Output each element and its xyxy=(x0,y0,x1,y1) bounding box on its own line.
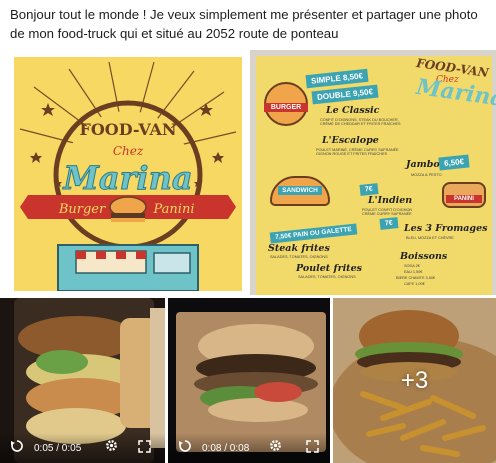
menu-price-panini: 6,50€ xyxy=(438,154,470,171)
fullscreen-icon[interactable] xyxy=(138,440,151,456)
menu-boisson-biere: BIERE CHAMTE 3,50€ xyxy=(396,276,436,280)
logo-background: FOOD-VAN Chez Marina Burger Panini xyxy=(14,57,242,292)
replay-icon[interactable] xyxy=(178,439,192,456)
menu-sandwich-badge: SANDWICH xyxy=(278,186,322,195)
menu-price-seven-1: 7€ xyxy=(359,183,379,196)
logo-panini-text: Panini xyxy=(153,202,195,217)
menu-item-3fromages: Les 3 Fromages xyxy=(404,223,488,234)
menu-price-seven-2: 7€ xyxy=(379,217,399,230)
video-1[interactable]: 0:05 / 0:05 xyxy=(0,298,165,463)
more-photos-overlay[interactable]: +3 xyxy=(333,298,496,463)
menu-item-3fromages-desc: BLEU, MOZZA ET CHÈVRE xyxy=(406,236,454,240)
menu-board: FOOD-VAN Chez Marina SIMPLE 8,50€ DOUBLE… xyxy=(256,56,496,295)
menu-burger-badge: BURGER xyxy=(264,103,308,112)
menu-boisson-soda: SODA 2€ xyxy=(404,264,420,268)
video-1-time: 0:05 / 0:05 xyxy=(34,443,82,454)
menu-item-poulet-frites: Poulet frites xyxy=(296,263,362,274)
menu-item-indien-desc: POULET CONFIT D'OIGNON CRÈME CURRY SAFRA… xyxy=(362,208,413,216)
post-text: Bonjour tout le monde ! Je veux simpleme… xyxy=(10,7,478,41)
settings-gear-icon[interactable] xyxy=(104,438,119,456)
logo-foodvan-text: FOOD-VAN xyxy=(79,120,176,139)
menu-item-classic: Le Classic xyxy=(326,105,380,116)
menu-item-poulet-desc: SALADES, TOMATES, OIGNONS xyxy=(298,275,356,279)
menu-price-galette: 7,50€ PAIN OU GALETTE xyxy=(269,223,358,244)
settings-gear-icon[interactable] xyxy=(268,438,283,456)
menu-price-double: DOUBLE 9,50€ xyxy=(311,84,379,105)
menu-item-classic-desc: CONFIT D'OIGNONS, STEAK DU BOUCHER, CRÈM… xyxy=(320,118,401,126)
menu-item-steak-frites: Steak frites xyxy=(268,243,330,254)
menu-title-marina: Marina xyxy=(414,73,496,113)
menu-item-escalope: L'Escalope xyxy=(322,135,379,146)
logo-marina-text: Marina xyxy=(62,159,192,197)
logo-burger-text: Burger xyxy=(58,202,106,217)
menu-item-jambon-desc: MOZZA & PESTO xyxy=(411,173,442,177)
menu-boissons-title: Boissons xyxy=(400,251,448,262)
menu-item-escalope-desc: POULET MARINÉ, CRÈME CURRY SAFRANÉE OIGN… xyxy=(316,148,399,156)
photo-burger-fries[interactable]: +3 xyxy=(333,298,496,463)
menu-boisson-cafe: CAFE 1,00€ xyxy=(404,282,425,286)
video-2-time: 0:08 / 0:08 xyxy=(202,443,250,454)
menu-panini-badge: PANINI xyxy=(446,195,482,203)
replay-icon[interactable] xyxy=(10,439,24,456)
photo-logo[interactable]: FOOD-VAN Chez Marina Burger Panini xyxy=(0,50,250,295)
more-photos-count: +3 xyxy=(400,366,429,394)
video-2[interactable]: 0:08 / 0:08 xyxy=(168,298,330,463)
menu-item-indien: L'Indien xyxy=(368,195,413,206)
menu-price-simple: SIMPLE 8,50€ xyxy=(305,68,369,89)
fullscreen-icon[interactable] xyxy=(306,440,319,456)
media-grid: FOOD-VAN Chez Marina Burger Panini FOOD-… xyxy=(0,50,496,463)
logo-chez-text: Chez xyxy=(113,144,144,158)
photo-menu[interactable]: FOOD-VAN Chez Marina SIMPLE 8,50€ DOUBLE… xyxy=(250,50,496,295)
menu-item-steak-desc: SALADES, TOMATES, OIGNONS xyxy=(270,255,328,259)
food-van-logo: FOOD-VAN Chez Marina Burger Panini xyxy=(19,61,237,292)
menu-boisson-eau: EAU 1,50€ xyxy=(404,270,423,274)
